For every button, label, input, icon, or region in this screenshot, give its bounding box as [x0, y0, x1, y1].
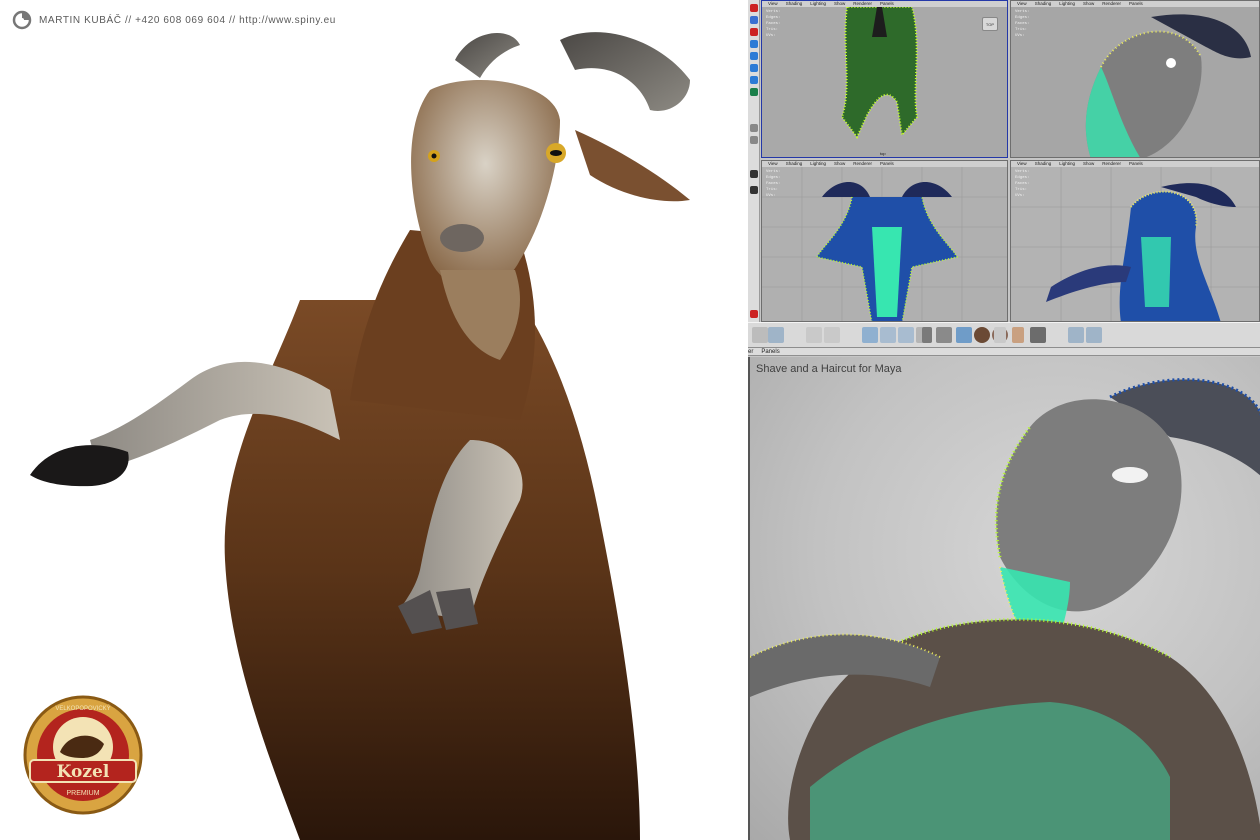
- badge-arc-text: VELKOPOPOVICKÝ: [55, 705, 110, 712]
- burst-icon[interactable]: [898, 327, 914, 343]
- artwork-panel: MARTIN KUBÁČ // +420 608 069 604 // http…: [0, 0, 748, 840]
- lasso-tool-icon[interactable]: [750, 16, 758, 24]
- hair-comb-icon[interactable]: [768, 327, 784, 343]
- layout-side-icon[interactable]: [750, 170, 758, 178]
- viewport-front[interactable]: View Shading Lighting Show Renderer Pane…: [761, 160, 1008, 322]
- maya-window: View Shading Lighting Show Renderer Pane…: [748, 0, 1260, 840]
- sphere-icon[interactable]: [974, 327, 990, 343]
- shave-shelf: [748, 322, 1260, 348]
- layout-stack-icon[interactable]: [750, 186, 758, 194]
- hud-top: Verts: Edges: Faces: Tris: UVs:: [766, 10, 781, 38]
- compass-icon[interactable]: [824, 327, 840, 343]
- layout-single-icon[interactable]: [750, 124, 758, 132]
- tool-box: [748, 0, 760, 322]
- credit-header: MARTIN KUBÁČ // +420 608 069 604 // http…: [12, 10, 336, 30]
- hook-icon[interactable]: [956, 327, 972, 343]
- layout-custom-icon[interactable]: [750, 310, 758, 318]
- view-cube-top[interactable]: TOP: [982, 17, 998, 31]
- viewport-top-label: top: [880, 151, 886, 156]
- manipulator-tool-icon[interactable]: [750, 76, 758, 84]
- goat-hoof-left: [30, 445, 129, 487]
- paint-tool-icon[interactable]: [750, 28, 758, 36]
- credit-text: MARTIN KUBÁČ // +420 608 069 604 // http…: [39, 14, 336, 26]
- viewport-top-scene: [840, 7, 919, 139]
- unlock-icon[interactable]: [1012, 327, 1024, 343]
- goat-ear: [575, 130, 690, 202]
- viewport-front-scene: [762, 167, 1007, 321]
- knife-icon[interactable]: [922, 327, 932, 343]
- pencil-icon[interactable]: [806, 327, 822, 343]
- viewport-persp-scene: [1085, 14, 1251, 157]
- goat-horn-back: [560, 32, 690, 111]
- viewport-side[interactable]: View Shading Lighting Show Renderer Pane…: [1010, 160, 1260, 322]
- soft-mod-tool-icon[interactable]: [750, 88, 758, 96]
- goat-head: [411, 80, 560, 290]
- badge-brand: Kozel: [57, 762, 110, 782]
- badge-ribbon: PREMIUM: [66, 790, 99, 797]
- layout-four-icon[interactable]: [750, 136, 758, 144]
- rotate-tool-icon[interactable]: [750, 52, 758, 60]
- hair-set-a-icon[interactable]: [1068, 327, 1084, 343]
- menu-render-partial[interactable]: er: [748, 348, 753, 355]
- move-tool-icon[interactable]: [750, 40, 758, 48]
- sparkle-icon[interactable]: [880, 327, 896, 343]
- lock-icon[interactable]: [994, 327, 1006, 343]
- render-title: Shave and a Haircut for Maya: [756, 363, 902, 375]
- render-panel-menubar: er Panels: [748, 348, 1260, 356]
- hair-set-b-icon[interactable]: [1086, 327, 1102, 343]
- goat-horn-front: [455, 33, 520, 78]
- menu-render-panels[interactable]: Panels: [761, 348, 779, 355]
- goat-nose: [440, 224, 484, 252]
- spiny-logo-icon: [12, 10, 32, 30]
- scale-tool-icon[interactable]: [750, 64, 758, 72]
- arrow-down-icon[interactable]: [936, 327, 952, 343]
- select-tool-icon[interactable]: [750, 4, 758, 12]
- viewport-side-scene: [1011, 167, 1259, 321]
- render-scene: [750, 378, 1260, 840]
- render-viewport[interactable]: Shave and a Haircut for Maya: [748, 357, 1260, 840]
- undo-icon[interactable]: [1030, 327, 1046, 343]
- kozel-badge: Kozel PREMIUM VELKOPOPOVICKÝ: [23, 695, 143, 815]
- hair-guides-icon[interactable]: [862, 327, 878, 343]
- viewport-persp[interactable]: View Shading Lighting Show Renderer Pane…: [1010, 0, 1260, 158]
- viewport-top[interactable]: View Shading Lighting Show Renderer Pane…: [761, 0, 1008, 158]
- hair-brush-icon[interactable]: [752, 327, 768, 343]
